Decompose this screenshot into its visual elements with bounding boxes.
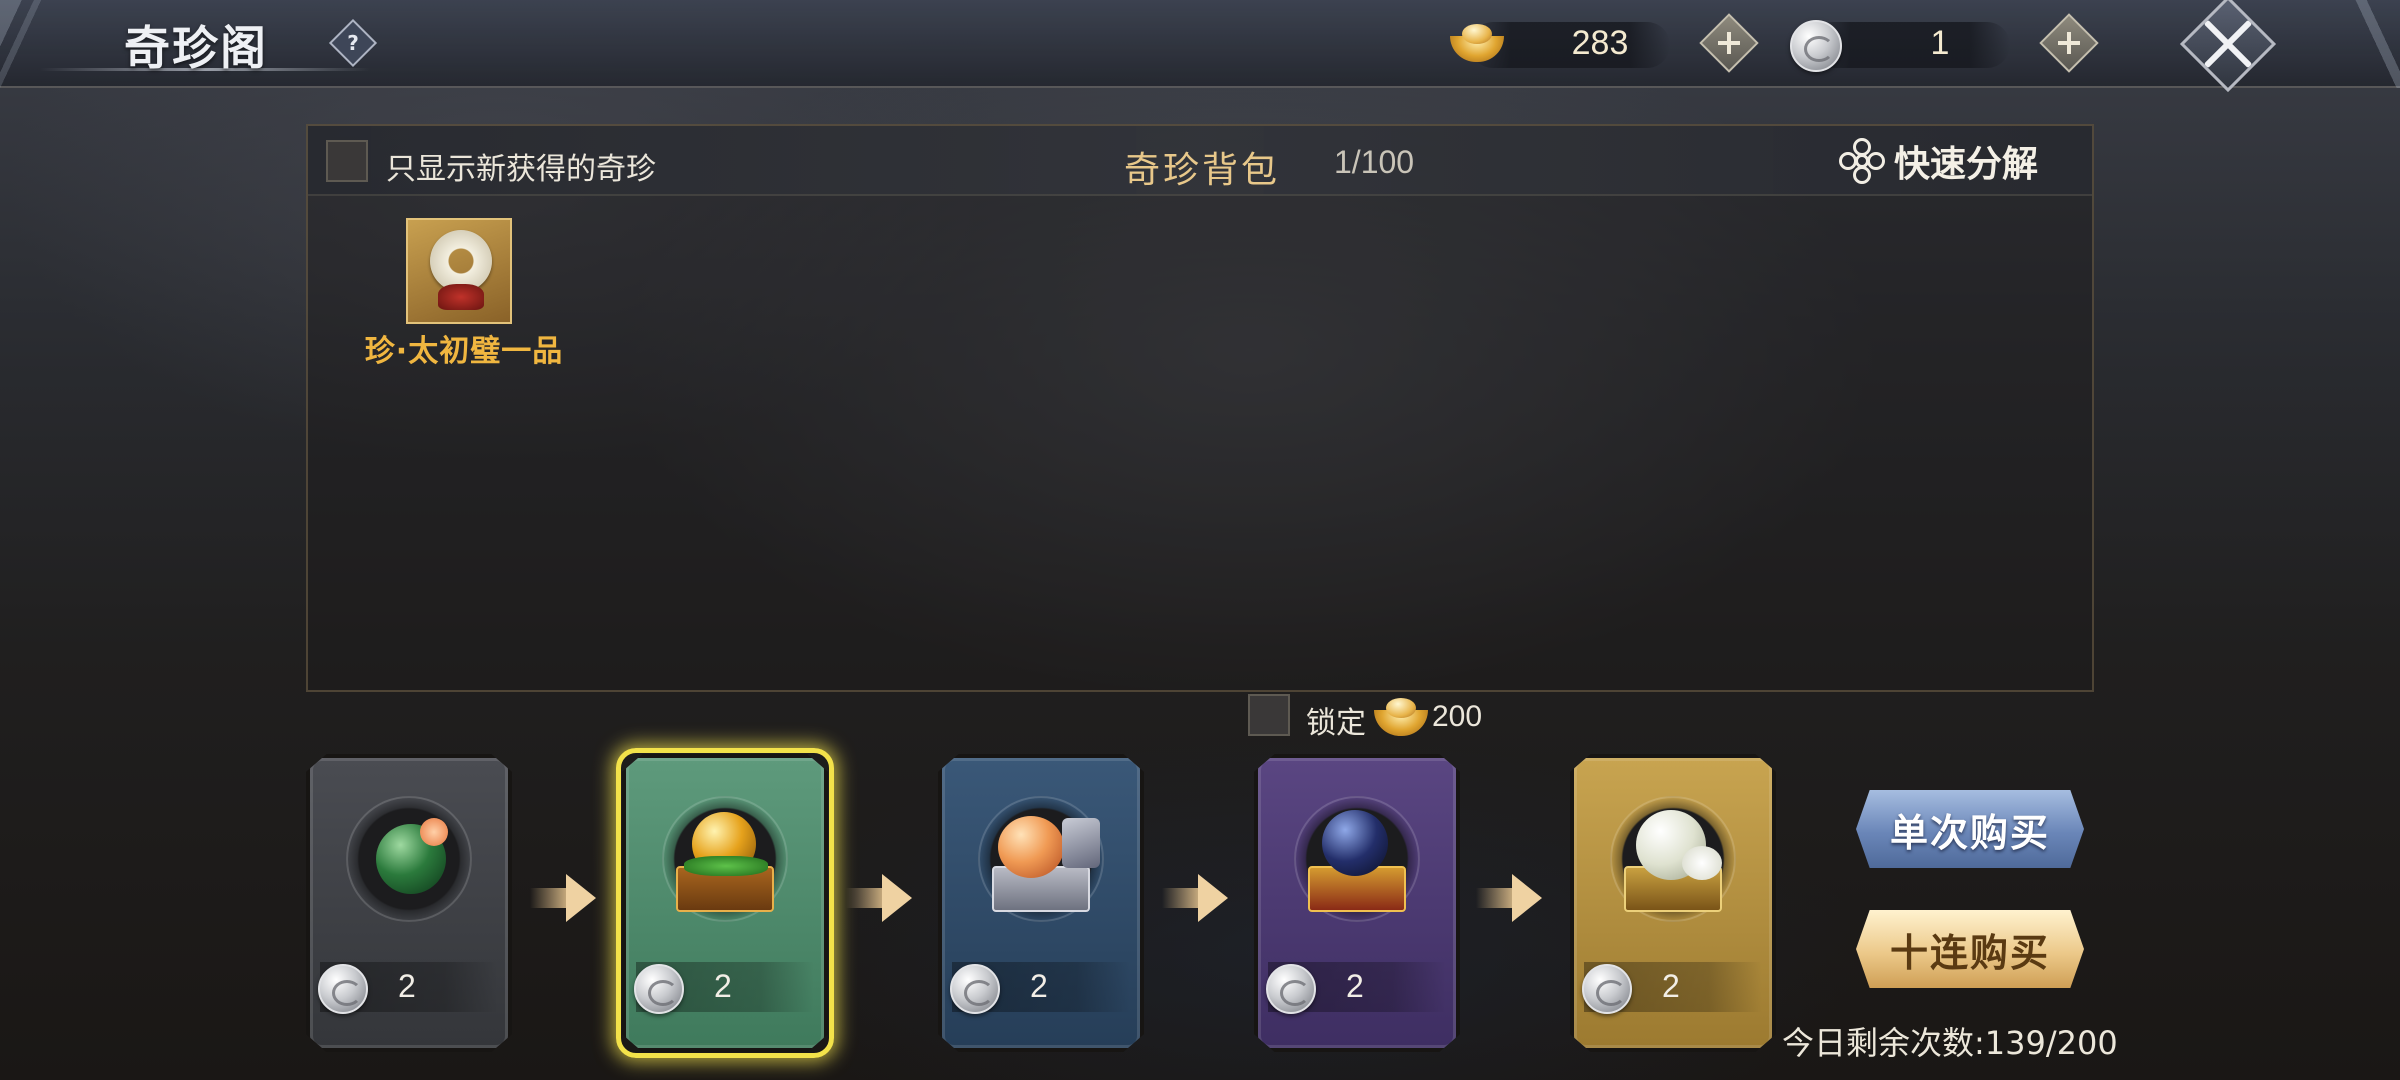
top-bar: 奇珍阁 ? 283 1	[0, 0, 2400, 93]
silver-coin-icon	[318, 964, 368, 1014]
chest-lid-icon	[1062, 818, 1100, 868]
new-only-label: 只显示新获得的奇珍	[386, 152, 656, 187]
leaf-icon	[684, 856, 768, 876]
tier-price: 2	[1030, 968, 1048, 1004]
bag-item-name: 珍·太初璧一品	[364, 334, 564, 369]
silver-currency-value: 1	[1930, 24, 1950, 62]
lock-checkbox[interactable]	[1248, 694, 1290, 736]
dark-orb-chest-icon	[1322, 810, 1388, 876]
bag-header: 只显示新获得的奇珍 奇珍背包 1/100 快速分解	[308, 126, 2092, 196]
silver-coin-icon	[634, 964, 684, 1014]
tier-card-gold[interactable]: 2	[1570, 754, 1776, 1052]
tier-price: 2	[714, 968, 732, 1004]
flower-icon	[420, 818, 448, 846]
silver-coin-icon	[950, 964, 1000, 1014]
single-buy-button[interactable]: 单次购买	[1856, 790, 2084, 868]
help-icon: ?	[347, 31, 359, 55]
lock-cost: 200	[1432, 700, 1483, 733]
red-stand-icon	[438, 284, 484, 310]
treasure-bag-panel: 只显示新获得的奇珍 奇珍背包 1/100 快速分解 珍·太初璧一品	[306, 124, 2094, 692]
gold-ingot-icon	[1446, 22, 1508, 62]
arrow-right-icon	[530, 874, 600, 924]
gold-ingot-icon	[1370, 696, 1432, 736]
jade-disc-icon	[430, 230, 492, 292]
quick-decompose-button[interactable]: 快速分解	[1838, 134, 2038, 188]
tier-card-green[interactable]: 2	[622, 754, 828, 1052]
remaining-count: 今日剩余次数:139/200	[1782, 1024, 2118, 1062]
arrow-right-icon	[1476, 874, 1546, 924]
silver-coin-icon	[1266, 964, 1316, 1014]
bamboo-decoration	[0, 0, 80, 88]
bamboo-decoration	[2330, 0, 2400, 88]
tier-card-gray[interactable]: 2	[306, 754, 512, 1052]
silver-coin-icon	[1582, 964, 1632, 1014]
tier-price: 2	[1346, 968, 1364, 1004]
quick-decompose-label: 快速分解	[1894, 144, 2039, 185]
gold-currency-value: 283	[1571, 24, 1629, 62]
arrow-right-icon	[846, 874, 916, 924]
tier-price: 2	[1662, 968, 1680, 1004]
arrow-right-icon	[1162, 874, 1232, 924]
lock-label: 锁定	[1306, 706, 1366, 741]
new-only-checkbox[interactable]	[326, 140, 368, 182]
tier-card-purple[interactable]: 2	[1254, 754, 1460, 1052]
add-silver-button[interactable]	[2039, 13, 2099, 73]
bag-capacity: 1/100	[1334, 144, 1415, 180]
bag-title: 奇珍背包	[1124, 150, 1281, 191]
tier-price: 2	[398, 968, 416, 1004]
ten-buy-button[interactable]: 十连购买	[1856, 910, 2084, 988]
white-flower-icon	[1682, 846, 1722, 880]
tier-card-blue[interactable]: 2	[938, 754, 1144, 1052]
flower-decompose-icon	[1838, 137, 1886, 185]
silver-coin-icon	[1790, 20, 1842, 72]
bag-item-slot[interactable]	[406, 218, 512, 324]
help-button[interactable]: ?	[328, 18, 378, 68]
add-gold-button[interactable]	[1699, 13, 1759, 73]
close-icon[interactable]	[2179, 0, 2277, 93]
page-title: 奇珍阁	[124, 21, 268, 75]
peach-chest-icon	[998, 816, 1064, 878]
